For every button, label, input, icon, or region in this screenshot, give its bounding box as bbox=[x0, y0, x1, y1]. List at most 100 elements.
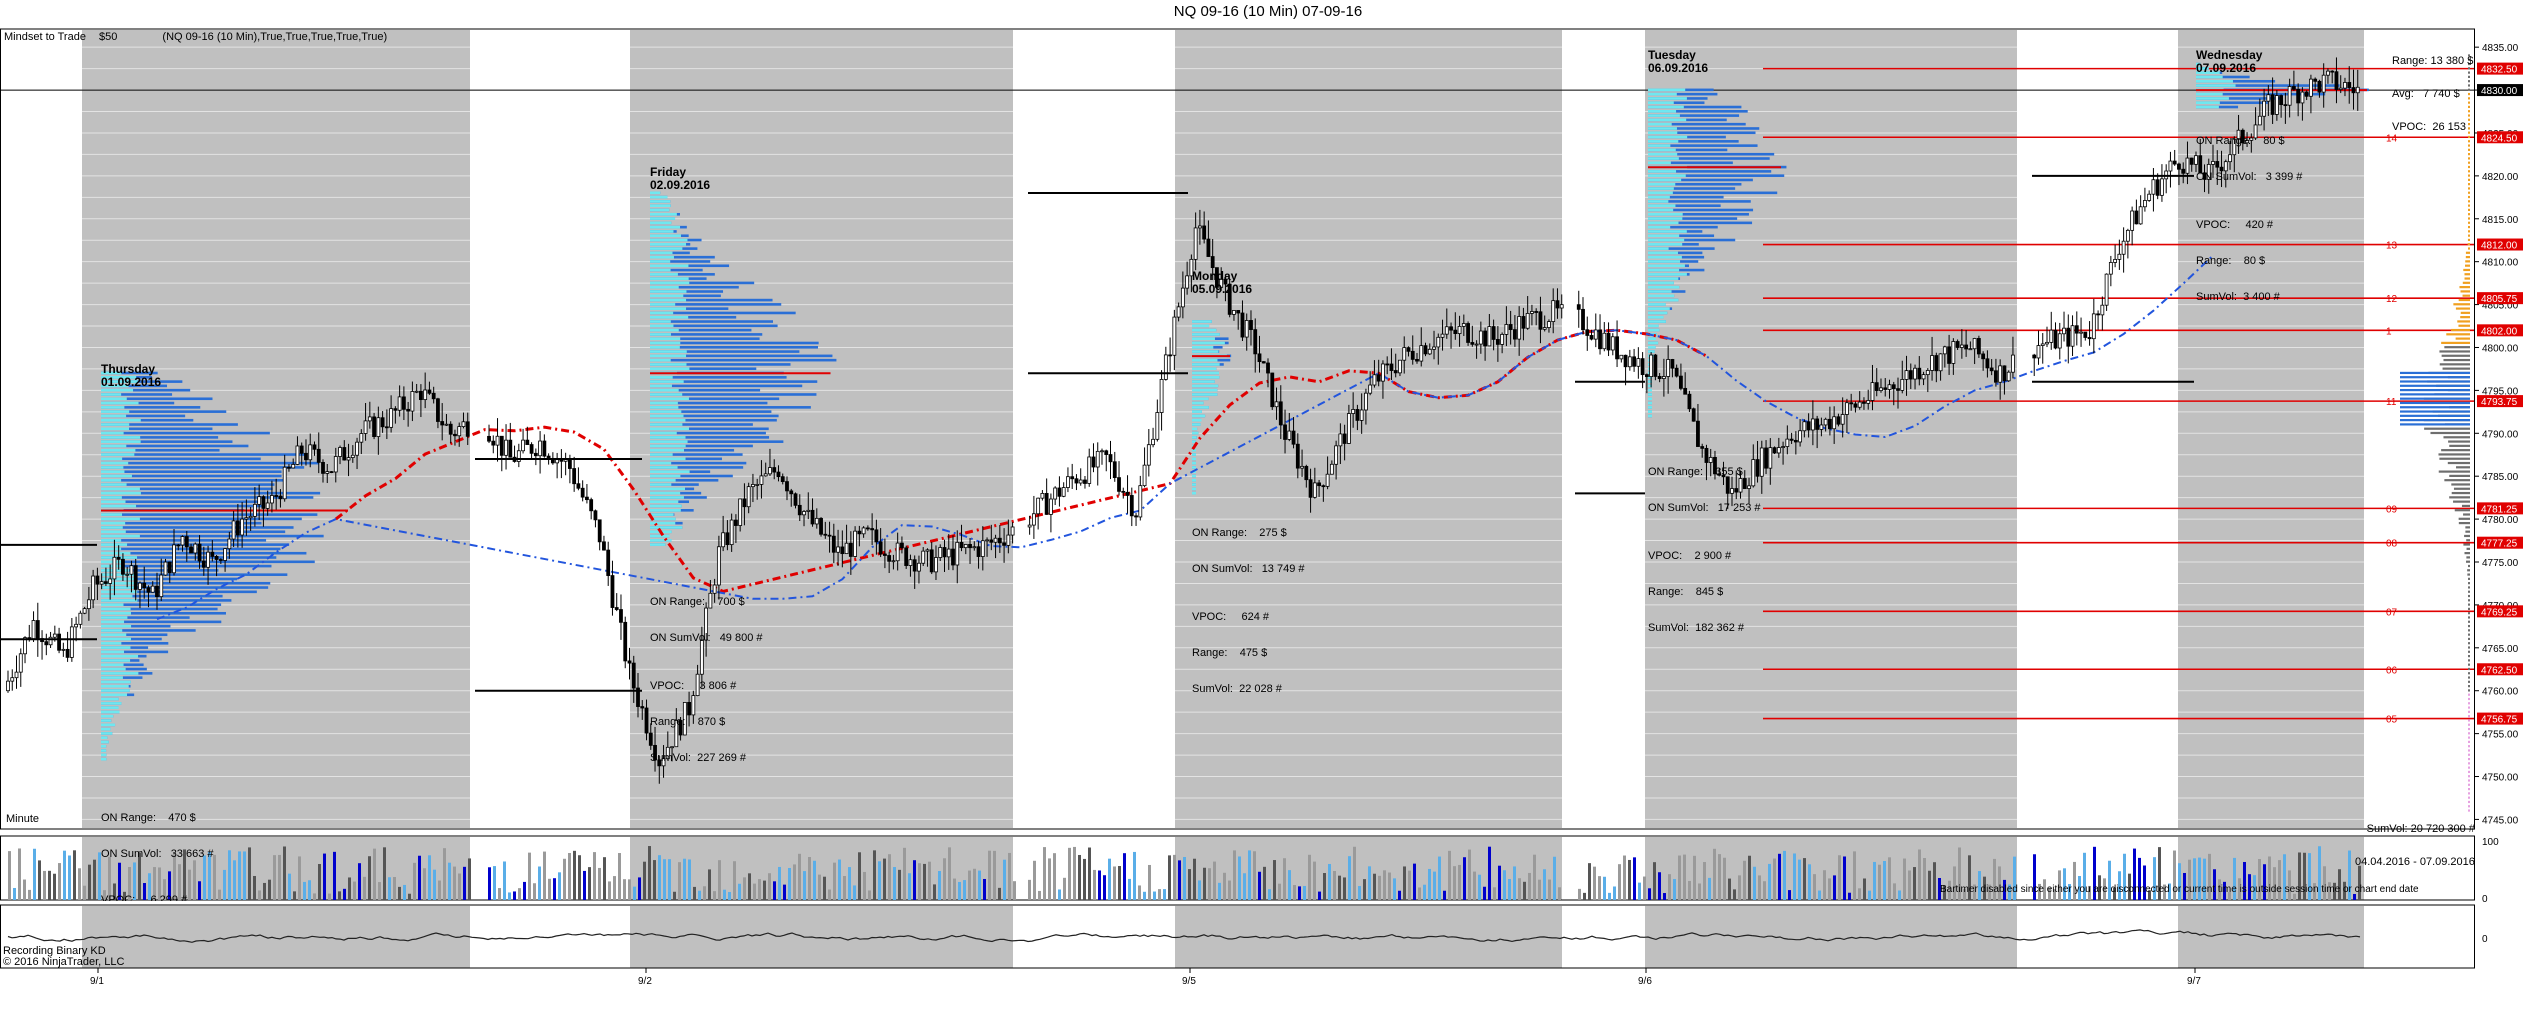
vpoc: VPOC: 6 299 # bbox=[101, 894, 188, 901]
candle-body bbox=[1857, 401, 1862, 408]
candle-body bbox=[1415, 358, 1419, 362]
candle-body bbox=[2040, 343, 2045, 346]
volume-bar bbox=[48, 870, 51, 900]
volume-bar bbox=[1198, 880, 1201, 900]
level-marker-label: 4805.75 bbox=[2481, 294, 2518, 305]
candle-body bbox=[1432, 346, 1436, 350]
right-profile-bar bbox=[2468, 723, 2470, 726]
volume-bar bbox=[1258, 871, 1261, 900]
right-profile-bar bbox=[2444, 346, 2470, 349]
candle-body bbox=[1904, 370, 1909, 380]
volume-bar bbox=[1558, 887, 1561, 900]
candle-body bbox=[1372, 374, 1377, 386]
volume-bar bbox=[468, 858, 471, 900]
profile-bar-value-area bbox=[650, 427, 689, 431]
candle-body bbox=[1951, 341, 1956, 364]
right-profile-bar bbox=[2454, 509, 2470, 512]
volume-bar bbox=[1283, 858, 1286, 900]
mindset-value: $50 bbox=[99, 31, 118, 43]
volume-bar bbox=[1513, 866, 1516, 900]
candle-body bbox=[499, 435, 504, 456]
profile-bar-value-area bbox=[101, 530, 126, 534]
profile-bar-value-area bbox=[2196, 105, 2219, 109]
candle-body bbox=[1083, 479, 1087, 484]
candle-body bbox=[218, 559, 223, 561]
volume-bar bbox=[593, 852, 596, 900]
profile-bar-value-area bbox=[101, 603, 124, 607]
volume-bar bbox=[1173, 854, 1176, 900]
profile-bar-value-area bbox=[101, 491, 141, 495]
volume-bar bbox=[1928, 870, 1931, 900]
volume-bar bbox=[553, 878, 556, 900]
volume-bar bbox=[1613, 886, 1616, 900]
profile-bar-value-area bbox=[650, 393, 683, 396]
volume-bar bbox=[293, 891, 296, 900]
candle-body bbox=[1657, 376, 1662, 379]
candle-body bbox=[142, 582, 147, 589]
session-title-wednesday: Wednesday 07.09.2016 bbox=[2196, 49, 2262, 75]
volume-bar bbox=[1783, 850, 1786, 900]
volume-bar bbox=[1433, 871, 1436, 900]
candle-body bbox=[1346, 413, 1351, 444]
candle-body bbox=[14, 671, 19, 679]
volume-bar bbox=[1503, 870, 1506, 900]
volume-bar bbox=[1308, 854, 1311, 900]
profile-bar-value-area bbox=[101, 719, 112, 722]
volume-bar bbox=[318, 863, 321, 900]
profile-bar-value-area bbox=[1192, 436, 1197, 439]
profile-bar-value-area bbox=[101, 611, 131, 615]
volume-bar bbox=[1193, 858, 1196, 900]
candle-body bbox=[278, 495, 283, 500]
volume-bar bbox=[1508, 878, 1511, 900]
candle-body bbox=[1534, 311, 1539, 313]
profile-bar-value-area bbox=[1192, 337, 1215, 341]
candle-body bbox=[2287, 86, 2292, 106]
candle-body bbox=[1329, 463, 1334, 475]
candle-body bbox=[1270, 372, 1275, 408]
volume-bar bbox=[93, 859, 96, 900]
volume-bar bbox=[813, 860, 816, 900]
volume-bar bbox=[888, 854, 891, 900]
profile-bar-value-area bbox=[1648, 298, 1679, 302]
profile-bar-value-area bbox=[101, 654, 139, 658]
volume-bar bbox=[1363, 879, 1366, 900]
candle-body bbox=[1053, 487, 1058, 500]
profile-bar-value-area bbox=[101, 744, 107, 748]
profile-bar-value-area bbox=[101, 517, 140, 521]
right-profile-bar bbox=[2468, 582, 2470, 585]
candle-body bbox=[2168, 160, 2173, 172]
volume-bar bbox=[1543, 869, 1546, 900]
candle-body bbox=[1495, 339, 1500, 345]
right-profile-bar bbox=[2449, 474, 2470, 477]
volume-bar bbox=[493, 866, 496, 900]
right-profile-bar bbox=[2468, 732, 2470, 735]
profile-bar-value-area bbox=[650, 384, 672, 388]
candle-body bbox=[312, 444, 317, 450]
on-range: ON Range: 355 $ bbox=[1648, 466, 1743, 478]
candle-body bbox=[367, 416, 372, 422]
candle-body bbox=[1091, 456, 1096, 468]
profile-bar-value-area bbox=[650, 315, 689, 319]
candle-body bbox=[457, 426, 462, 437]
profile-bar-value-area bbox=[101, 526, 123, 529]
volume-bar bbox=[303, 881, 306, 900]
volume-bar bbox=[1863, 878, 1866, 900]
candle-body bbox=[2279, 95, 2284, 106]
volume-axis-100: 100 bbox=[2482, 837, 2499, 848]
volume-bar bbox=[1653, 862, 1656, 900]
volume-bar bbox=[658, 855, 661, 900]
y-tick-label: 4800.00 bbox=[2482, 343, 2519, 354]
candle-body bbox=[1129, 495, 1134, 517]
right-profile-bar bbox=[2468, 594, 2470, 598]
candle-body bbox=[1061, 487, 1066, 497]
candle-body bbox=[1891, 384, 1896, 390]
volume-bar bbox=[548, 878, 551, 900]
profile-bar bbox=[101, 478, 284, 482]
candle-body bbox=[1364, 392, 1368, 411]
profile-bar-value-area bbox=[2196, 97, 2229, 100]
candle-body bbox=[31, 620, 36, 640]
right-profile-bar bbox=[2453, 500, 2470, 503]
profile-bar bbox=[650, 358, 837, 362]
profile-bar-value-area bbox=[1648, 144, 1671, 147]
profile-bar bbox=[101, 461, 319, 465]
